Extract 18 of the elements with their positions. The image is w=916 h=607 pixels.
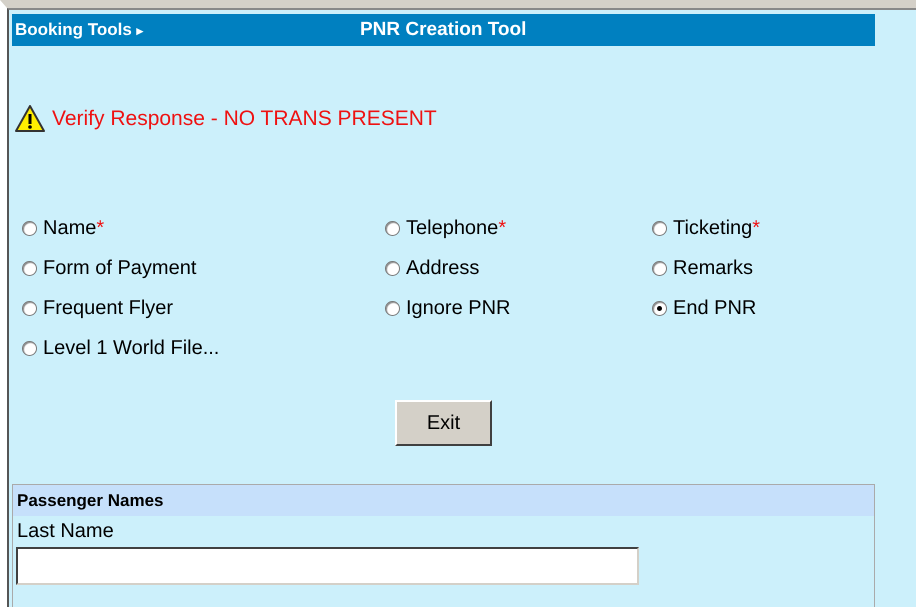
- field-label: Last Name: [16, 519, 115, 543]
- radio-option[interactable]: Telephone*: [385, 214, 652, 242]
- radio-option[interactable]: Frequent Flyer: [22, 294, 385, 322]
- warning-message: Verify Response - NO TRANS PRESENT: [52, 107, 437, 131]
- radio-option[interactable]: Level 1 World File...: [22, 334, 385, 362]
- radio-option[interactable]: Ticketing*: [652, 214, 852, 242]
- radio-option[interactable]: Name*: [22, 214, 385, 242]
- radio-option[interactable]: Address: [385, 254, 652, 282]
- radio-option[interactable]: Form of Payment: [22, 254, 385, 282]
- radio-option[interactable]: End PNR: [652, 294, 852, 322]
- exit-button[interactable]: Exit: [395, 400, 492, 446]
- radio-option[interactable]: Remarks: [652, 254, 852, 282]
- panel-header: Passenger Names: [13, 485, 874, 516]
- page-title: PNR Creation Tool: [360, 19, 526, 41]
- input-field[interactable]: [16, 547, 639, 585]
- warning-icon: [14, 104, 46, 134]
- booking-tools-menu[interactable]: Booking Tools ▸: [12, 20, 360, 40]
- radio-option[interactable]: Ignore PNR: [385, 294, 652, 322]
